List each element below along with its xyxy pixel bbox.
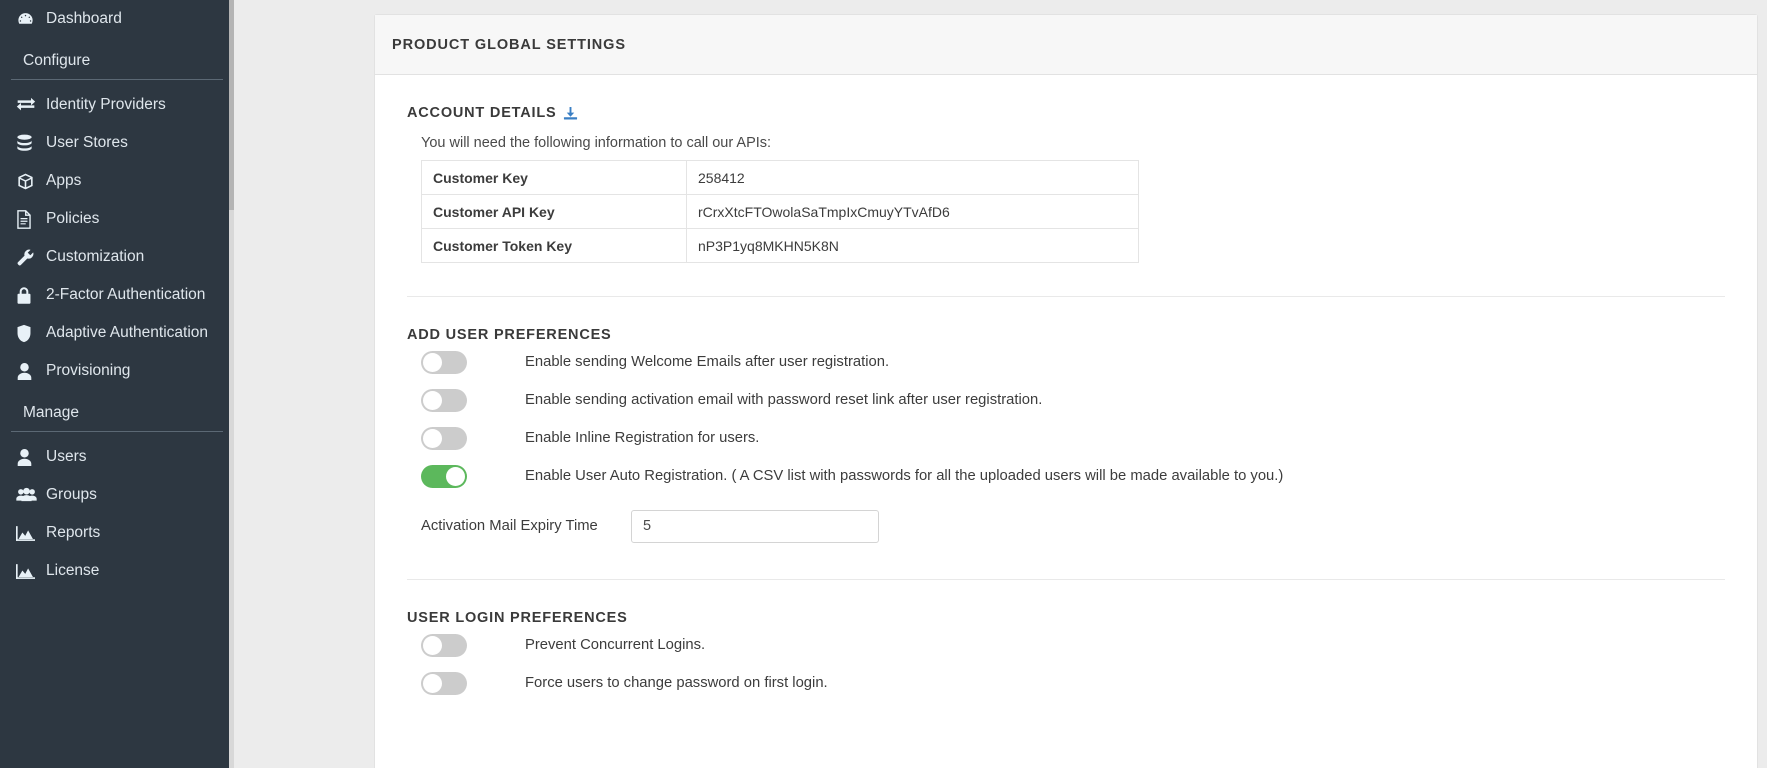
sidebar-item-label: Policies [46, 210, 100, 228]
preference-label: Enable sending Welcome Emails after user… [525, 354, 890, 370]
user-icon [16, 448, 46, 467]
section-title-text: USER LOGIN PREFERENCES [407, 610, 628, 626]
toggle-knob [423, 673, 442, 693]
sidebar-item-label: Groups [46, 486, 97, 504]
section-title-add-user-preferences: ADD USER PREFERENCES [407, 327, 1725, 343]
app-root: Dashboard Configure Identity Providers U… [0, 0, 1767, 768]
activation-mail-expiry-row: Activation Mail Expiry Time [421, 506, 1725, 546]
toggle-activation-email[interactable] [421, 388, 467, 412]
sidebar: Dashboard Configure Identity Providers U… [0, 0, 234, 768]
table-cell-value: rCrxXtcFTOwolaSaTmpIxCmuyYTvAfD6 [686, 194, 1139, 229]
sidebar-item-policies[interactable]: Policies [0, 200, 234, 238]
table-cell-key: Customer Key [421, 160, 687, 195]
toggle-knob [423, 428, 442, 448]
shield-icon [16, 324, 46, 343]
sidebar-item-groups[interactable]: Groups [0, 476, 234, 514]
sidebar-item-dashboard[interactable]: Dashboard [0, 0, 234, 38]
toggle-knob [423, 352, 442, 372]
section-user-login-preferences: USER LOGIN PREFERENCES Prevent Concurren… [407, 580, 1725, 702]
section-title-text: ACCOUNT DETAILS [407, 105, 557, 121]
sidebar-item-user-stores[interactable]: User Stores [0, 124, 234, 162]
sidebar-item-label: 2-Factor Authentication [46, 286, 206, 304]
sidebar-item-users[interactable]: Users [0, 438, 234, 476]
table-row: Customer Token Key nP3P1yq8MKHN5K8N [421, 228, 1139, 263]
chart-area-icon [16, 525, 46, 542]
account-details-table: Customer Key 258412 Customer API Key rCr… [421, 160, 1139, 263]
sidebar-item-adaptive-authentication[interactable]: Adaptive Authentication [0, 314, 234, 352]
sidebar-item-label: Reports [46, 524, 101, 542]
sidebar-item-label: Dashboard [46, 10, 122, 28]
cube-icon [16, 172, 46, 191]
document-icon [16, 209, 46, 229]
account-details-subtitle: You will need the following information … [421, 135, 772, 151]
panel-header: PRODUCT GLOBAL SETTINGS [375, 15, 1757, 75]
preference-row: Force users to change password on first … [421, 664, 1725, 702]
preference-label: Enable Inline Registration for users. [525, 430, 760, 446]
sidebar-item-license[interactable]: License [0, 552, 234, 590]
settings-panel: PRODUCT GLOBAL SETTINGS ACCOUNT DETAILS [374, 14, 1758, 768]
wrench-icon [16, 248, 46, 267]
sidebar-item-label: Apps [46, 172, 82, 190]
sidebar-item-label: License [46, 562, 100, 580]
sidebar-item-label: Users [46, 448, 87, 466]
sidebar-group-manage: Manage [11, 390, 223, 432]
dashboard-icon [16, 10, 46, 29]
activation-mail-expiry-input[interactable] [631, 509, 879, 543]
toggle-knob [423, 390, 442, 410]
exchange-arrows-icon [16, 95, 46, 115]
toggle-welcome-emails[interactable] [421, 350, 467, 374]
preference-row: Enable sending activation email with pas… [421, 381, 1725, 419]
toggle-knob [446, 466, 465, 486]
toggle-knob [423, 635, 442, 655]
section-account-details: ACCOUNT DETAILS You will need the follow… [407, 75, 1725, 263]
database-icon [16, 134, 46, 153]
sidebar-group-configure: Configure [11, 38, 223, 80]
lock-icon [16, 286, 46, 305]
preference-row: Enable sending Welcome Emails after user… [421, 343, 1725, 381]
sidebar-item-label: Adaptive Authentication [46, 324, 209, 342]
table-cell-key: Customer API Key [421, 194, 687, 229]
table-row: Customer Key 258412 [421, 160, 1139, 195]
preference-row: Prevent Concurrent Logins. [421, 626, 1725, 664]
sidebar-item-2-factor-authentication[interactable]: 2-Factor Authentication [0, 276, 234, 314]
panel-body: ACCOUNT DETAILS You will need the follow… [375, 75, 1757, 702]
sidebar-item-label: Customization [46, 248, 145, 266]
user-icon [16, 362, 46, 381]
section-title-user-login-preferences: USER LOGIN PREFERENCES [407, 610, 1725, 626]
download-icon[interactable] [563, 106, 578, 121]
page-title: PRODUCT GLOBAL SETTINGS [392, 36, 626, 53]
sidebar-item-customization[interactable]: Customization [0, 238, 234, 276]
sidebar-item-identity-providers[interactable]: Identity Providers [0, 86, 234, 124]
sidebar-item-label: User Stores [46, 134, 128, 152]
preference-label: Enable sending activation email with pas… [525, 392, 1043, 408]
table-cell-value: 258412 [686, 160, 1139, 195]
preference-label: Force users to change password on first … [525, 675, 828, 691]
sidebar-item-apps[interactable]: Apps [0, 162, 234, 200]
users-group-icon [16, 486, 46, 505]
preference-label: Enable User Auto Registration. ( A CSV l… [525, 468, 1284, 484]
sidebar-item-reports[interactable]: Reports [0, 514, 234, 552]
chart-area-icon [16, 563, 46, 580]
toggle-prevent-concurrent-logins[interactable] [421, 633, 467, 657]
preference-label: Prevent Concurrent Logins. [525, 637, 706, 653]
table-cell-value: nP3P1yq8MKHN5K8N [686, 228, 1139, 263]
sidebar-item-label: Identity Providers [46, 96, 166, 114]
toggle-force-password-change[interactable] [421, 671, 467, 695]
section-title-account-details: ACCOUNT DETAILS [407, 105, 1725, 121]
section-title-text: ADD USER PREFERENCES [407, 327, 612, 343]
sidebar-item-label: Provisioning [46, 362, 131, 380]
preference-row: Enable User Auto Registration. ( A CSV l… [421, 457, 1725, 495]
sidebar-item-provisioning[interactable]: Provisioning [0, 352, 234, 390]
table-row: Customer API Key rCrxXtcFTOwolaSaTmpIxCm… [421, 194, 1139, 229]
activation-mail-expiry-label: Activation Mail Expiry Time [421, 518, 598, 534]
table-cell-key: Customer Token Key [421, 228, 687, 263]
toggle-inline-registration[interactable] [421, 426, 467, 450]
section-add-user-preferences: ADD USER PREFERENCES Enable sending Welc… [407, 297, 1725, 546]
main-content-area: PRODUCT GLOBAL SETTINGS ACCOUNT DETAILS [234, 0, 1767, 768]
preference-row: Enable Inline Registration for users. [421, 419, 1725, 457]
toggle-user-auto-registration[interactable] [421, 464, 467, 488]
